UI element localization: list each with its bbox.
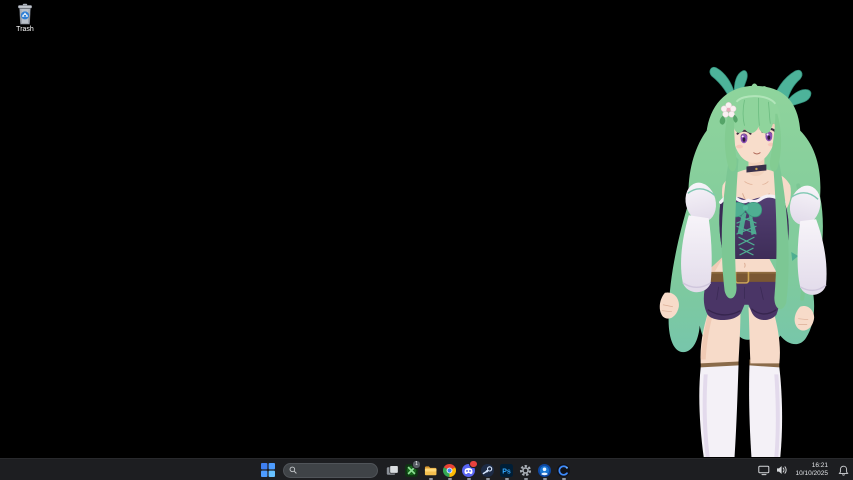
bell-icon [838, 465, 849, 476]
tray-volume-button[interactable] [775, 459, 789, 480]
photoshop-ps-text: Ps [502, 468, 511, 475]
trash-can-icon [14, 3, 36, 25]
clock-time: 16:21 [812, 462, 828, 470]
trash-desktop-icon[interactable]: Trash [7, 3, 43, 33]
windows-logo-icon [261, 463, 275, 477]
tray-display-button[interactable] [757, 459, 771, 480]
clock-date: 10/10/2025 [795, 470, 828, 478]
taskbar-app-file-explorer[interactable] [421, 459, 440, 480]
taskbar-center-group: 1 [258, 459, 573, 480]
taskbar: 1 [0, 458, 853, 480]
anime-mascot-art [649, 55, 838, 458]
display-icon [758, 465, 770, 476]
taskbar-clock[interactable]: 16:21 10/10/2025 [793, 459, 830, 480]
taskbar-app-xbox[interactable]: 1 [402, 459, 421, 480]
folder-icon [424, 464, 437, 477]
taskbar-app-blue-swirl[interactable] [554, 459, 573, 480]
volume-icon [776, 465, 788, 475]
taskbar-app-discord[interactable] [459, 459, 478, 480]
search-icon [289, 466, 297, 474]
blue-profile-app-icon [538, 464, 551, 477]
taskbar-search[interactable] [283, 463, 378, 478]
gear-icon [519, 464, 532, 477]
xbox-badge: 1 [412, 460, 421, 469]
start-button[interactable] [258, 459, 277, 480]
desktop-wallpaper: Trash [0, 0, 853, 480]
taskbar-app-settings[interactable] [516, 459, 535, 480]
task-view-button[interactable] [383, 459, 402, 480]
anime-mascot [649, 55, 838, 458]
taskbar-app-photoshop[interactable]: Ps [497, 459, 516, 480]
photoshop-icon: Ps [500, 464, 513, 477]
discord-badge [469, 460, 478, 468]
chest-bow [743, 205, 748, 210]
task-view-icon [386, 464, 399, 477]
taskbar-app-chrome[interactable] [440, 459, 459, 480]
taskbar-app-steam[interactable] [478, 459, 497, 480]
trash-label: Trash [7, 26, 43, 33]
notification-center-button[interactable] [836, 459, 850, 480]
chrome-icon [443, 464, 456, 477]
steam-icon [481, 464, 494, 477]
taskbar-app-blue-profile[interactable] [535, 459, 554, 480]
system-tray: 16:21 10/10/2025 [757, 459, 850, 480]
blue-swirl-app-icon [557, 464, 570, 477]
search-input[interactable] [297, 467, 372, 474]
